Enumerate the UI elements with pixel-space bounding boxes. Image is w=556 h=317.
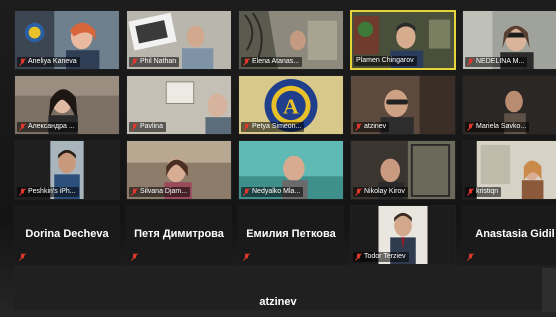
participant-name: Anastasia Gidil: [475, 228, 555, 240]
participant-name: Mariela Savko...: [476, 123, 527, 130]
nameplate: Mariela Savko...: [465, 122, 530, 132]
muted-mic-icon: [19, 253, 26, 261]
muted-mic-icon: [243, 123, 250, 131]
muted-mic-icon: [355, 188, 362, 196]
muted-mic-icon: [19, 123, 26, 131]
participant-tile[interactable]: NEDELINA M...: [462, 10, 556, 70]
participant-tile[interactable]: Nedyalko Mla...: [238, 140, 344, 200]
participant-tile-no-video[interactable]: Anastasia Gidil: [462, 205, 556, 265]
nameplate: Todor Terziev: [353, 252, 409, 262]
participant-name: Silvana Djam...: [140, 188, 188, 195]
participant-name: Peshkin's iPh...: [28, 188, 76, 195]
nameplate: Petya Simeon...: [241, 122, 305, 132]
participant-tile[interactable]: Aneliya Kaneva: [14, 10, 120, 70]
muted-mic-icon: [243, 253, 250, 261]
nameplate: kristiqn: [465, 187, 502, 197]
nameplate: Plamen Chingarov: [354, 56, 417, 66]
participant-name: Dorina Decheva: [25, 228, 109, 240]
muted-mic-icon: [19, 58, 26, 66]
nameplate: Aneliya Kaneva: [17, 57, 80, 67]
participant-tile[interactable]: kristiqn: [462, 140, 556, 200]
participant-name: Александра ...: [28, 123, 75, 130]
muted-mic-icon: [131, 58, 138, 66]
participant-name: Petya Simeon...: [252, 123, 302, 130]
nameplate: Elena Atanas...: [241, 57, 303, 67]
nameplate: Nedyalko Mla...: [241, 187, 304, 197]
muted-mic-icon: [467, 188, 474, 196]
muted-mic-icon: [131, 253, 138, 261]
muted-mic-icon: [243, 188, 250, 196]
participant-name: kristiqn: [476, 188, 499, 195]
muted-mic-icon: [355, 123, 362, 131]
participant-name: Elena Atanas...: [252, 58, 300, 65]
participant-tile-no-video[interactable]: Петя Димитрова: [126, 205, 232, 265]
participant-tile[interactable]: Silvana Djam...: [126, 140, 232, 200]
participant-name: Nedyalko Mla...: [252, 188, 301, 195]
participant-tile[interactable]: Todor Terziev: [350, 205, 456, 265]
nameplate: Peshkin's iPh...: [17, 187, 79, 197]
participant-tile[interactable]: Александра ...: [14, 75, 120, 135]
muted-mic-icon: [355, 253, 362, 261]
participant-name: atzinev: [364, 123, 387, 130]
participant-name: Phil Nathan: [140, 58, 177, 65]
participant-tile[interactable]: Mariela Savko...: [462, 75, 556, 135]
participant-grid: Aneliya Kaneva Phil Nathan Elena Atanas.…: [14, 10, 556, 265]
svg-text:A: A: [283, 94, 299, 118]
muted-mic-icon: [131, 123, 138, 131]
participant-name: Nikolay Kirov: [364, 188, 405, 195]
participant-name: Todor Terziev: [364, 253, 406, 260]
participant-tile[interactable]: atzinev: [350, 75, 456, 135]
participant-name: atzinev: [259, 296, 297, 308]
nameplate: Nikolay Kirov: [353, 187, 408, 197]
nameplate: NEDELINA M...: [465, 57, 528, 67]
participant-tile[interactable]: Peshkin's iPh...: [14, 140, 120, 200]
participant-name: Plamen Chingarov: [356, 57, 414, 64]
participant-tile[interactable]: A Petya Simeon...: [238, 75, 344, 135]
participant-name: Петя Димитрова: [134, 228, 224, 240]
participant-tile-no-video[interactable]: Dorina Decheva: [14, 205, 120, 265]
muted-mic-icon: [467, 253, 474, 261]
muted-mic-icon: [243, 58, 250, 66]
nameplate: Pavlina: [129, 122, 166, 132]
participant-name: Pavlina: [140, 123, 163, 130]
participant-tile[interactable]: Pavlina: [126, 75, 232, 135]
nameplate: Phil Nathan: [129, 57, 180, 67]
participant-tile[interactable]: Elena Atanas...: [238, 10, 344, 70]
participant-tile-active-speaker[interactable]: Plamen Chingarov: [350, 10, 456, 70]
screen-bezel: [542, 268, 556, 312]
participant-tile[interactable]: Nikolay Kirov: [350, 140, 456, 200]
participant-name: Емилия Петкова: [246, 228, 336, 240]
muted-mic-icon: [19, 188, 26, 196]
participant-tile[interactable]: Phil Nathan: [126, 10, 232, 70]
participant-name: Aneliya Kaneva: [28, 58, 77, 65]
nameplate: Silvana Djam...: [129, 187, 191, 197]
video-meeting-gallery: Aneliya Kaneva Phil Nathan Elena Atanas.…: [0, 0, 556, 317]
nameplate: Александра ...: [17, 122, 78, 132]
nameplate: atzinev: [353, 122, 390, 132]
participant-tile-no-video[interactable]: Емилия Петкова: [238, 205, 344, 265]
participant-name: NEDELINA M...: [476, 58, 525, 65]
muted-mic-icon: [467, 123, 474, 131]
muted-mic-icon: [467, 58, 474, 66]
muted-mic-icon: [131, 188, 138, 196]
